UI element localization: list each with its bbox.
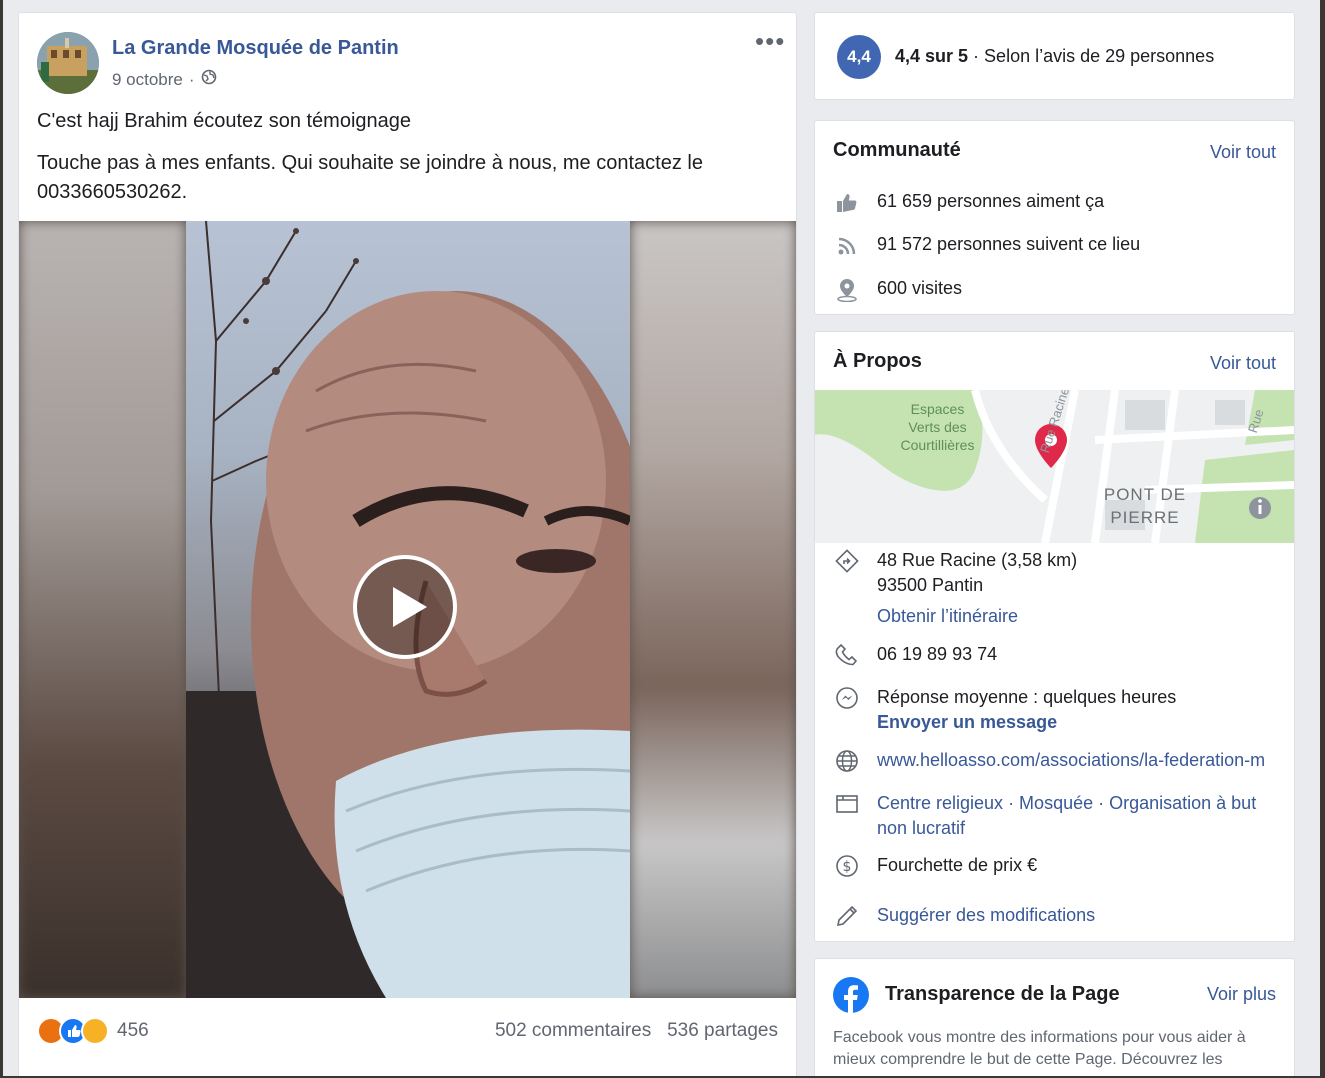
- phone-icon: [833, 642, 861, 667]
- reaction-count: 456: [117, 1020, 149, 1041]
- location-map[interactable]: Espaces Verts des Courtillières Rue Raci…: [815, 390, 1294, 543]
- community-title: Communauté: [833, 139, 961, 161]
- transparency-see-more-link[interactable]: Voir plus: [1207, 984, 1276, 1005]
- about-card: À Propos Voir tout Espaces Verts des Cou…: [814, 331, 1295, 942]
- rss-follow-icon: [833, 234, 861, 258]
- post-text-line2: Touche pas à mes enfants. Qui souhaite s…: [37, 152, 703, 203]
- sad-reaction-icon: [81, 1017, 109, 1045]
- globe-icon: [201, 69, 217, 90]
- transparency-description: Facebook vous montre des informations po…: [833, 1029, 1246, 1068]
- post-text-line1: C'est hajj Brahim écoutez son témoignage: [37, 110, 412, 132]
- post-meta: 9 octobre ·: [112, 69, 217, 90]
- reactions-summary[interactable]: 456: [37, 1017, 149, 1045]
- rating-detail: Selon l’avis de 29 personnes: [984, 46, 1215, 66]
- address-row: 48 Rue Racine (3,58 km) 93500 Pantin Obt…: [833, 548, 1278, 629]
- directions-icon: [833, 548, 861, 573]
- address-line1: 48 Rue Racine (3,58 km): [877, 550, 1078, 570]
- suggest-edits-link[interactable]: Suggérer des modifications: [877, 903, 1095, 928]
- facebook-page-frame: La Grande Mosquée de Pantin 9 octobre · …: [3, 0, 1320, 1076]
- globe-icon: [833, 748, 861, 773]
- categories-row: Centre religieux · Mosquée · Organisatio…: [833, 791, 1278, 841]
- price-row: $ Fourchette de prix €: [833, 853, 1278, 878]
- comments-shares: 502 commentaires 536 partages: [495, 1020, 778, 1042]
- play-icon: [393, 587, 427, 627]
- map-area-label: PONT DE PIERRE: [1103, 485, 1187, 527]
- categories-links[interactable]: Centre religieux · Mosquée · Organisatio…: [877, 791, 1278, 841]
- visits-text: 600 visites: [877, 278, 963, 298]
- likes-text: 61 659 personnes aiment ça: [877, 191, 1105, 211]
- video-blur-left: [19, 221, 186, 998]
- followers-text: 91 572 personnes suivent ce lieu: [877, 234, 1141, 254]
- website-row: www.helloasso.com/associations/la-federa…: [833, 748, 1278, 773]
- video-player[interactable]: [19, 221, 796, 998]
- map-park-label: Espaces Verts des Courtillières: [900, 401, 975, 453]
- visits-row: 600 visites: [833, 278, 962, 302]
- post-footer: 456 502 commentaires 536 partages: [19, 998, 796, 1076]
- rating-card: 4,4 4,4 sur 5 · Selon l’avis de 29 perso…: [814, 12, 1295, 100]
- more-options-button[interactable]: •••: [755, 28, 785, 54]
- thumbs-up-icon: [833, 191, 861, 215]
- dollar-icon: $: [833, 853, 861, 878]
- response-time: Réponse moyenne : quelques heures: [877, 687, 1177, 707]
- followers-row: 91 572 personnes suivent ce lieu: [833, 234, 1140, 258]
- send-message-link[interactable]: Envoyer un message: [877, 710, 1176, 735]
- address-line2: 93500 Pantin: [877, 575, 984, 595]
- pencil-icon: [833, 903, 861, 928]
- rating-badge: 4,4: [837, 35, 881, 79]
- phone-row: 06 19 89 93 74: [833, 642, 1278, 667]
- transparency-card: Transparence de la Page Voir plus Facebo…: [814, 958, 1295, 1076]
- suggest-row: Suggérer des modifications: [833, 903, 1278, 928]
- website-link[interactable]: www.helloasso.com/associations/la-federa…: [877, 748, 1265, 773]
- facebook-logo-icon: [833, 977, 869, 1013]
- location-pin-icon: [833, 278, 861, 302]
- post-card: La Grande Mosquée de Pantin 9 octobre · …: [18, 12, 797, 1076]
- price-range: Fourchette de prix €: [877, 855, 1038, 875]
- community-see-all-link[interactable]: Voir tout: [1210, 142, 1276, 163]
- messenger-row: Réponse moyenne : quelques heures Envoye…: [833, 685, 1278, 735]
- transparency-title: Transparence de la Page: [885, 983, 1120, 1005]
- messenger-icon: [833, 685, 861, 710]
- video-blur-right: [630, 221, 796, 998]
- likes-row: 61 659 personnes aiment ça: [833, 191, 1104, 215]
- rating-text[interactable]: 4,4 sur 5 · Selon l’avis de 29 personnes: [895, 46, 1214, 67]
- svg-text:$: $: [843, 859, 852, 875]
- play-button[interactable]: [353, 555, 457, 659]
- page-avatar[interactable]: [37, 32, 99, 94]
- about-see-all-link[interactable]: Voir tout: [1210, 353, 1276, 374]
- community-card: Communauté Voir tout 61 659 personnes ai…: [814, 120, 1295, 315]
- about-title: À Propos: [833, 350, 922, 372]
- category-folder-icon: [833, 791, 861, 816]
- page-name-link[interactable]: La Grande Mosquée de Pantin: [112, 37, 399, 60]
- post-date[interactable]: 9 octobre: [112, 70, 183, 90]
- directions-link[interactable]: Obtenir l’itinéraire: [877, 604, 1077, 629]
- rating-separator: ·: [968, 46, 985, 66]
- phone-number[interactable]: 06 19 89 93 74: [877, 642, 997, 667]
- shares-count-link[interactable]: 536 partages: [667, 1020, 778, 1041]
- comments-count-link[interactable]: 502 commentaires: [495, 1020, 651, 1041]
- rating-score: 4,4 sur 5: [895, 46, 969, 66]
